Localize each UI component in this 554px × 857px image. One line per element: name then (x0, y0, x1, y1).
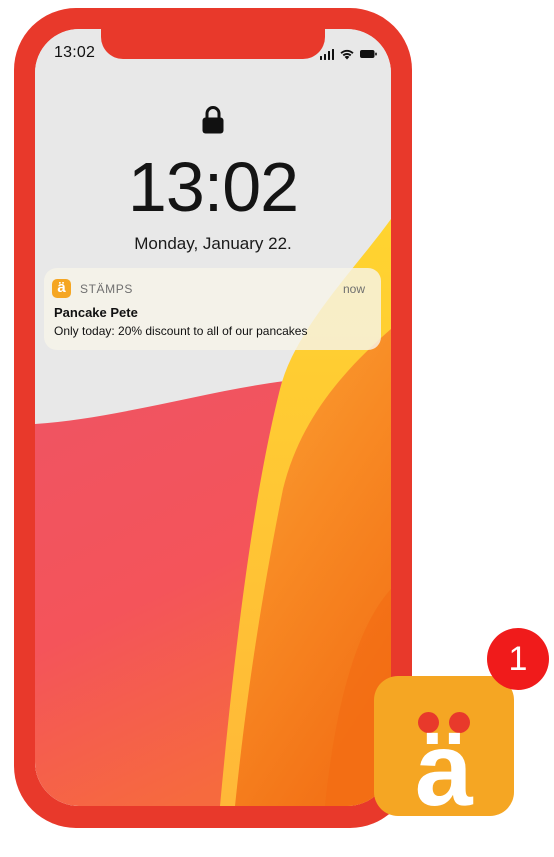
wallpaper (35, 29, 391, 806)
notification-time: now (342, 282, 365, 296)
lock-date: Monday, January 22. (134, 234, 292, 253)
status-icons (319, 47, 378, 61)
notification-count-badge: 1 (487, 628, 549, 690)
lock-icon (201, 105, 225, 135)
wifi-icon (339, 48, 355, 60)
stage: 13:02 13:02 Monday, January 22. ä STÄMPS… (0, 0, 554, 857)
notification-card[interactable]: ä STÄMPS now Pancake Pete Only today: 20… (44, 268, 381, 350)
phone-frame: 13:02 13:02 Monday, January 22. ä STÄMPS… (14, 8, 412, 828)
lock-screen: 13:02 13:02 Monday, January 22. ä STÄMPS… (35, 29, 391, 806)
notification-body: Only today: 20% discount to all of our p… (54, 324, 308, 338)
battery-icon (360, 49, 377, 59)
status-time: 13:02 (54, 44, 96, 61)
cellular-signal-icon (319, 48, 334, 60)
app-icon-letter: ä (415, 712, 473, 828)
lock-clock: 13:02 (127, 148, 299, 226)
notification-title: Pancake Pete (54, 305, 138, 320)
notification-app-icon: ä (52, 279, 71, 298)
stamps-app-icon[interactable]: ä (374, 676, 514, 822)
notch (101, 29, 325, 59)
notification-app-name: STÄMPS (80, 282, 133, 296)
